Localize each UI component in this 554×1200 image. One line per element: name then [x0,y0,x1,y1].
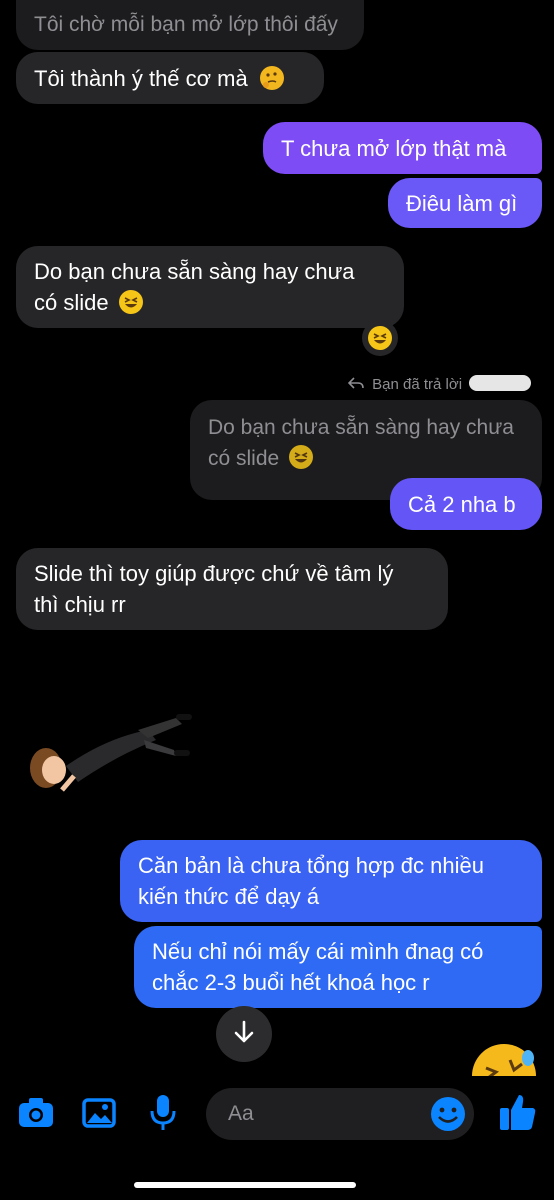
message-text-line: Căn bản là chưa tổng hợp đc nhiều [138,853,484,878]
message-outgoing[interactable]: T chưa mở lớp thật mà [263,122,542,174]
microphone-icon[interactable] [150,1094,176,1137]
message-text: T chưa mở lớp thật mà [281,136,507,161]
reaction-badge[interactable] [362,320,398,356]
message-text-line: Nếu chỉ nói mấy cái mình đnag có [152,939,484,964]
message-input[interactable]: Aa [206,1088,474,1140]
message-incoming[interactable]: Do bạn chưa sẵn sàng hay chưa có slide [16,246,404,328]
grinning-squint-emoji-icon [368,326,392,350]
emoji-picker-icon[interactable] [430,1096,466,1137]
message-input-placeholder: Aa [228,1102,254,1125]
reply-arrow-icon [347,376,368,393]
home-indicator [134,1182,356,1188]
camera-icon[interactable] [18,1096,54,1133]
quoted-text-line: Do bạn chưa sẵn sàng hay chưa [208,416,514,439]
photo-gallery-icon[interactable] [82,1098,116,1133]
redacted-name [469,375,532,391]
message-outgoing[interactable]: Căn bản là chưa tổng hợp đc nhiều kiến t… [120,840,542,922]
quoted-text-line: có slide [208,447,280,470]
reply-indicator: Bạn đã trả lời [347,375,532,393]
message-text: Cả 2 nha b [408,492,516,517]
message-incoming-faded[interactable]: Tôi chờ mỗi bạn mở lớp thôi đấy [16,0,364,50]
scroll-to-bottom-button[interactable] [216,1006,272,1062]
grinning-squint-emoji-icon [118,290,143,314]
message-outgoing[interactable]: Nếu chỉ nói mấy cái mình đnag có chắc 2-… [134,926,542,1008]
message-incoming[interactable]: Tôi thành ý thế cơ mà [16,52,324,104]
avatar-sticker[interactable] [26,708,196,802]
grinning-squint-emoji-icon [289,445,314,469]
message-text: Tôi thành ý thế cơ mà [34,66,248,91]
thinking-face-emoji-icon [259,66,284,90]
reply-label-text: Bạn đã trả lời [372,376,463,393]
message-outgoing[interactable]: Điêu làm gì [388,178,542,228]
message-text-line: kiến thức để dạy á [138,884,320,909]
message-text-line: Slide thì toy giúp được chứ về tâm lý [34,561,394,586]
like-thumbs-up-icon[interactable] [498,1092,538,1137]
message-incoming[interactable]: Slide thì toy giúp được chứ về tâm lý th… [16,548,448,630]
message-text-line: thì chịu rr [34,592,126,617]
message-text: Tôi chờ mỗi bạn mở lớp thôi đấy [34,13,338,36]
message-outgoing[interactable]: Cả 2 nha b [390,478,542,530]
message-text-line: chắc 2-3 buổi hết khoá học r [152,970,430,995]
message-text: Điêu làm gì [406,191,518,216]
arrow-down-icon [231,1019,257,1050]
message-text-line: Do bạn chưa sẵn sàng hay chưa [34,259,355,284]
message-text-line: có slide [34,290,109,315]
